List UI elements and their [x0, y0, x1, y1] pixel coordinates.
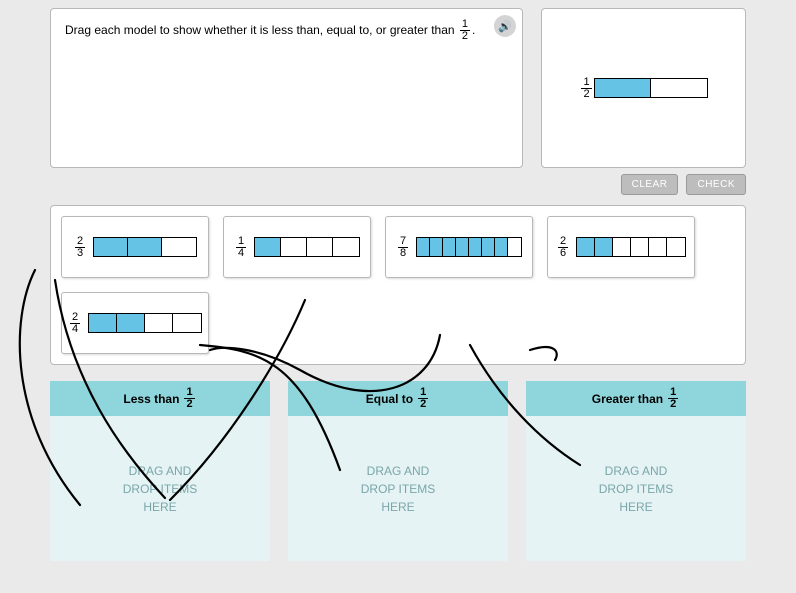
draggable-tile[interactable]: 78	[385, 216, 533, 278]
bar-cell	[333, 238, 359, 256]
bar-cell	[417, 238, 430, 256]
fraction-denominator: 3	[75, 248, 85, 259]
fraction-numerator: 2	[75, 236, 85, 248]
draggable-tile[interactable]: 14	[223, 216, 371, 278]
clear-button[interactable]: CLEAR	[621, 174, 679, 195]
bar-cell	[595, 238, 613, 256]
fraction-numerator: 7	[398, 236, 408, 248]
fraction-denominator: 4	[236, 248, 246, 259]
tile-bar	[576, 237, 686, 257]
zone-label: Greater than	[592, 392, 663, 406]
fraction-denominator: 2	[184, 399, 194, 410]
tile-fraction: 24	[70, 312, 80, 335]
fraction-numerator: 1	[236, 236, 246, 248]
fraction-denominator: 2	[418, 399, 428, 410]
reference-fraction: 1 2	[581, 77, 591, 100]
drop-zone[interactable]: Equal to 12DRAG AND DROP ITEMS HERE	[288, 381, 508, 561]
tile-fraction: 78	[398, 236, 408, 259]
reference-bar	[594, 78, 708, 98]
zone-label: Equal to	[366, 392, 413, 406]
bar-cell	[577, 238, 595, 256]
bar-cell	[443, 238, 456, 256]
bar-cell	[281, 238, 307, 256]
tile-fraction: 26	[558, 236, 568, 259]
reference-model: 1 2	[541, 8, 746, 168]
zone-placeholder: DRAG AND DROP ITEMS HERE	[526, 416, 746, 561]
fraction-denominator: 2	[668, 399, 678, 410]
instruction-fraction: 1 2	[460, 19, 470, 42]
bar-cell	[469, 238, 482, 256]
bar-cell	[94, 238, 128, 256]
zone-placeholder: DRAG AND DROP ITEMS HERE	[288, 416, 508, 561]
bar-cell	[667, 238, 685, 256]
zone-label: Less than	[123, 392, 179, 406]
bar-cell	[145, 314, 173, 332]
tile-bar	[416, 237, 522, 257]
tile-bar	[254, 237, 360, 257]
fraction-denominator: 2	[460, 31, 470, 42]
bar-cell	[128, 238, 162, 256]
instruction-text: Drag each model to show whether it is le…	[65, 23, 475, 37]
fraction-numerator: 2	[558, 236, 568, 248]
drop-zone[interactable]: Greater than 12DRAG AND DROP ITEMS HERE	[526, 381, 746, 561]
drop-zone[interactable]: Less than 12DRAG AND DROP ITEMS HERE	[50, 381, 270, 561]
audio-icon[interactable]: 🔊	[494, 15, 516, 37]
bar-cell	[631, 238, 649, 256]
fraction-denominator: 6	[558, 248, 568, 259]
zone-header: Less than 12	[50, 381, 270, 416]
bar-cell	[456, 238, 469, 256]
tile-fraction: 14	[236, 236, 246, 259]
fraction-numerator: 2	[70, 312, 80, 324]
bar-cell	[508, 238, 521, 256]
draggable-tile[interactable]: 26	[547, 216, 695, 278]
zone-fraction: 12	[418, 387, 428, 410]
bar-cell	[595, 79, 651, 97]
tile-bar	[88, 313, 202, 333]
zone-fraction: 12	[184, 387, 194, 410]
bar-cell	[89, 314, 117, 332]
fraction-denominator: 4	[70, 324, 80, 335]
draggable-tile[interactable]: 24	[61, 292, 209, 354]
instruction-prefix: Drag each model to show whether it is le…	[65, 23, 458, 37]
fraction-numerator: 1	[581, 77, 591, 89]
draggable-tile[interactable]: 23	[61, 216, 209, 278]
zone-header: Equal to 12	[288, 381, 508, 416]
fraction-denominator: 2	[581, 89, 591, 100]
bar-cell	[255, 238, 281, 256]
bar-cell	[613, 238, 631, 256]
zone-header: Greater than 12	[526, 381, 746, 416]
instruction-suffix: .	[472, 23, 475, 37]
bar-cell	[649, 238, 667, 256]
tile-fraction: 23	[75, 236, 85, 259]
bar-cell	[307, 238, 333, 256]
check-button[interactable]: CHECK	[686, 174, 746, 195]
bar-cell	[162, 238, 196, 256]
fraction-denominator: 8	[398, 248, 408, 259]
tile-bar	[93, 237, 197, 257]
bar-cell	[482, 238, 495, 256]
bar-cell	[173, 314, 201, 332]
instruction-panel: Drag each model to show whether it is le…	[50, 8, 523, 168]
zone-fraction: 12	[668, 387, 678, 410]
bar-cell	[430, 238, 443, 256]
bar-cell	[495, 238, 508, 256]
zone-placeholder: DRAG AND DROP ITEMS HERE	[50, 416, 270, 561]
tile-pool: 2314782624	[50, 205, 746, 365]
bar-cell	[651, 79, 707, 97]
bar-cell	[117, 314, 145, 332]
